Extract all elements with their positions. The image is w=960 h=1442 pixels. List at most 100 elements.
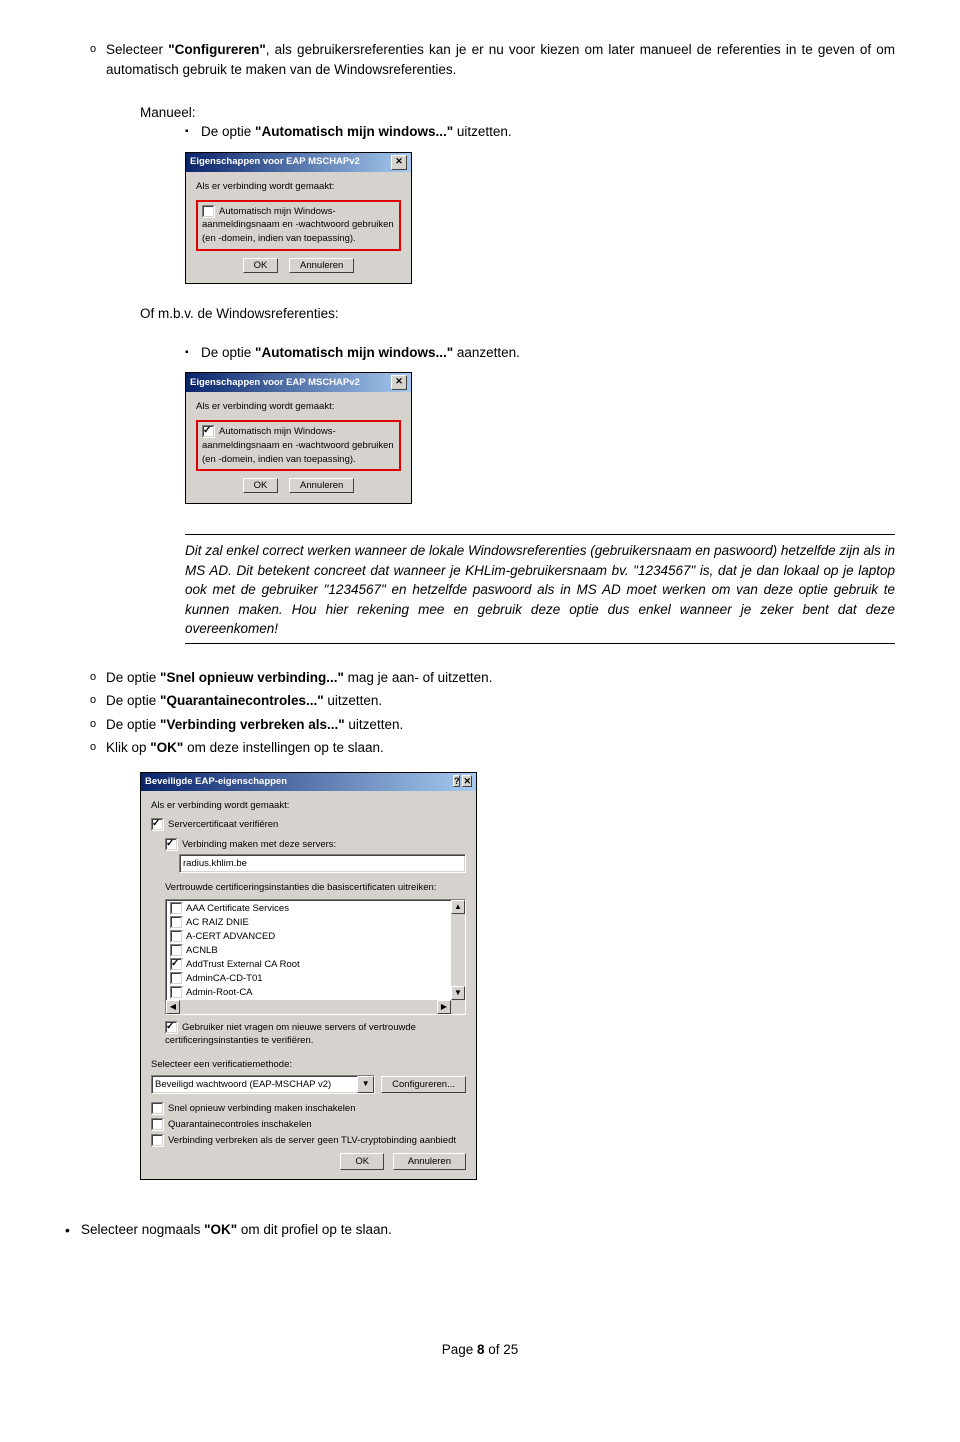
separator	[185, 534, 895, 535]
scrollbar-horizontal[interactable]: ◀ ▶	[166, 1000, 465, 1014]
scroll-right-icon[interactable]: ▶	[437, 1000, 451, 1014]
footer-page-num: 8	[477, 1342, 485, 1357]
close-icon[interactable]: ✕	[391, 155, 407, 170]
ca-list-item[interactable]: AddTrust External CA Root	[166, 958, 465, 972]
checkbox-quarantaine[interactable]	[151, 1118, 164, 1131]
scroll-down-icon[interactable]: ▼	[451, 986, 465, 1000]
checkbox-label: Verbinding verbreken als de server geen …	[168, 1135, 456, 1146]
text: Selecteer nogmaals	[81, 1222, 204, 1237]
cancel-button[interactable]: Annuleren	[289, 478, 354, 493]
dialog-beveiligde-eap: Beveiligde EAP-eigenschappen ?✕ Als er v…	[140, 772, 477, 1180]
bullet-marker-o: o	[90, 40, 106, 79]
text: De optie	[201, 124, 255, 139]
bullet-quarantaine: o De optie "Quarantainecontroles..." uit…	[90, 691, 895, 711]
close-icon[interactable]: ✕	[462, 775, 472, 787]
text: De optie	[201, 345, 255, 360]
dialog-eap-mschap-unchecked: Eigenschappen voor EAP MSCHAPv2 ✕ Als er…	[185, 152, 412, 284]
checkbox-tlv[interactable]	[151, 1134, 164, 1147]
checkbox-ca-item[interactable]	[170, 930, 183, 943]
text-bold: "OK"	[150, 740, 183, 755]
ca-item-label: AddTrust External CA Root	[186, 959, 300, 970]
dialog-titlebar: Beveiligde EAP-eigenschappen ?✕	[141, 773, 476, 791]
scroll-up-icon[interactable]: ▲	[451, 900, 465, 914]
cancel-button[interactable]: Annuleren	[289, 258, 354, 273]
dialog-titlebar: Eigenschappen voor EAP MSCHAPv2 ✕	[186, 153, 411, 172]
dialog-titlebar: Eigenschappen voor EAP MSCHAPv2 ✕	[186, 373, 411, 392]
paragraph: Selecteer "Configureren", als gebruikers…	[106, 40, 895, 79]
separator	[185, 643, 895, 644]
checkbox-ca-item[interactable]	[170, 986, 183, 999]
ca-list-item[interactable]: Admin-Root-CA	[166, 986, 465, 1000]
dialog-header-text: Als er verbinding wordt gemaakt:	[151, 799, 466, 813]
text-bold: "Snel opnieuw verbinding..."	[160, 670, 344, 685]
text-bold: "Automatisch mijn windows..."	[255, 345, 453, 360]
ca-item-label: Admin-Root-CA	[186, 987, 253, 998]
bullet-marker-o: o	[90, 715, 106, 735]
checkbox-snel-opnieuw[interactable]	[151, 1102, 164, 1115]
scrollbar-vertical[interactable]: ▲ ▼	[451, 900, 465, 1000]
text: Klik op	[106, 740, 150, 755]
ca-list-item[interactable]: AAA Certificate Services	[166, 902, 465, 916]
text-line: De optie "Automatisch mijn windows..." a…	[201, 343, 895, 363]
text: om deze instellingen op te slaan.	[183, 740, 383, 755]
checkbox-ca-item[interactable]	[170, 958, 183, 971]
footer-text: of	[485, 1342, 504, 1357]
page-footer: Page 8 of 25	[65, 1340, 895, 1360]
text-bold: "Quarantainecontroles..."	[160, 693, 324, 708]
label-manueel: Manueel:	[140, 103, 895, 123]
checkbox-ca-item[interactable]	[170, 972, 183, 985]
checkbox-servercert[interactable]	[151, 818, 164, 831]
scroll-left-icon[interactable]: ◀	[166, 1000, 180, 1014]
label-ofmbv: Of m.b.v. de Windowsreferenties:	[140, 304, 895, 324]
verif-method-label: Selecteer een verificatiemethode:	[151, 1058, 466, 1072]
ok-button[interactable]: OK	[243, 478, 279, 493]
checkbox-label: Automatisch mijn Windows-aanmeldingsnaam…	[202, 426, 394, 465]
note-text: Dit zal enkel correct werken wanneer de …	[185, 541, 895, 639]
dialog-title: Beveiligde EAP-eigenschappen	[145, 775, 287, 789]
checkbox-ca-item[interactable]	[170, 902, 183, 915]
configure-button[interactable]: Configureren...	[381, 1076, 466, 1094]
checkbox-auto-windows[interactable]	[202, 425, 215, 438]
text: De optie	[106, 717, 160, 732]
bullet-selecteer-nogmaals-ok: • Selecteer nogmaals "OK" om dit profiel…	[65, 1220, 895, 1240]
ca-list-item[interactable]: ACNLB	[166, 944, 465, 958]
bullet-aanzetten-item: ▪ De optie "Automatisch mijn windows..."…	[185, 343, 895, 363]
scroll-corner	[451, 1000, 465, 1014]
help-icon[interactable]: ?	[453, 775, 461, 787]
server-input[interactable]: radius.khlim.be	[179, 854, 466, 873]
dialog-title: Eigenschappen voor EAP MSCHAPv2	[190, 376, 360, 390]
ok-button[interactable]: OK	[243, 258, 279, 273]
checkbox-label: Quarantainecontroles inschakelen	[168, 1119, 312, 1130]
bullet-verbinding-verbreken: o De optie "Verbinding verbreken als..."…	[90, 715, 895, 735]
cancel-button[interactable]: Annuleren	[393, 1153, 466, 1170]
verif-method-dropdown[interactable]: Beveiligd wachtwoord (EAP-MSCHAP v2) ▼	[151, 1075, 375, 1094]
checkbox-niet-vragen[interactable]	[165, 1021, 178, 1034]
highlighted-option: Automatisch mijn Windows-aanmeldingsnaam…	[196, 420, 401, 471]
close-icon[interactable]: ✕	[391, 375, 407, 390]
ca-item-label: A-CERT ADVANCED	[186, 931, 275, 942]
dialog-title: Eigenschappen voor EAP MSCHAPv2	[190, 155, 360, 169]
checkbox-verbinding-servers[interactable]	[165, 838, 178, 851]
bullet-marker-o: o	[90, 668, 106, 688]
dialog-header-text: Als er verbinding wordt gemaakt:	[196, 400, 401, 414]
text: mag je aan- of uitzetten.	[344, 670, 493, 685]
ca-list-item[interactable]: A-CERT ADVANCED	[166, 930, 465, 944]
ca-list-item[interactable]: AdminCA-CD-T01	[166, 972, 465, 986]
trusted-ca-listbox[interactable]: AAA Certificate ServicesAC RAIZ DNIEA-CE…	[165, 899, 466, 1015]
checkbox-auto-windows[interactable]	[202, 205, 215, 218]
dropdown-value: Beveiligd wachtwoord (EAP-MSCHAP v2)	[152, 1078, 357, 1092]
bullet-marker-square: ▪	[185, 122, 201, 142]
ok-button[interactable]: OK	[340, 1153, 384, 1170]
chevron-down-icon[interactable]: ▼	[357, 1076, 374, 1093]
bullet-manueel-item: ▪ De optie "Automatisch mijn windows..."…	[185, 122, 895, 142]
footer-text: Page	[442, 1342, 477, 1357]
checkbox-label: Servercertificaat verifiëren	[168, 819, 278, 830]
checkbox-label: Automatisch mijn Windows-aanmeldingsnaam…	[202, 206, 394, 245]
text: De optie	[106, 693, 160, 708]
bullet-marker-o: o	[90, 691, 106, 711]
checkbox-label: Gebruiker niet vragen om nieuwe servers …	[165, 1022, 416, 1047]
checkbox-ca-item[interactable]	[170, 944, 183, 957]
ca-list-item[interactable]: AC RAIZ DNIE	[166, 916, 465, 930]
bullet-klik-ok: o Klik op "OK" om deze instellingen op t…	[90, 738, 895, 758]
checkbox-ca-item[interactable]	[170, 916, 183, 929]
